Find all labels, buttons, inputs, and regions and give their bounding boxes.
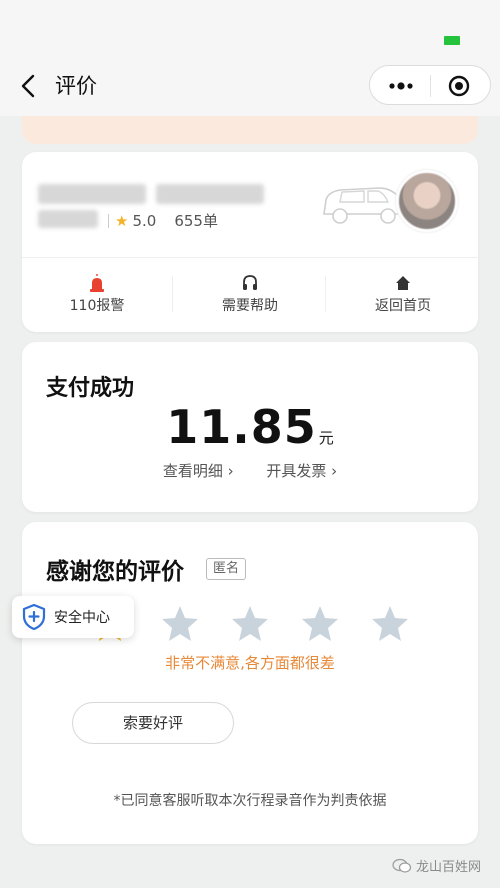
battery-icon (444, 36, 460, 45)
siren-icon (90, 274, 104, 292)
recording-agreement-note: *已同意客服听取本次行程录音作为判责依据 (113, 793, 387, 809)
status-bar (0, 0, 500, 56)
payment-status-title: 支付成功 (46, 376, 135, 401)
rating-description: 非常不满意,各方面都很差 (165, 654, 335, 672)
safety-center-button[interactable]: 安全中心 (12, 596, 134, 638)
car-model-blurred (38, 210, 98, 228)
currency-unit: 元 (318, 429, 334, 447)
driver-card: ★ 5.0 655单 110报警 需要帮助 返回首页 (22, 152, 478, 332)
star-icon: ★ (115, 211, 129, 230)
back-arrow-icon[interactable] (18, 72, 40, 100)
rating-value: 5.0 (132, 211, 157, 230)
star-3-icon[interactable] (230, 604, 270, 644)
driver-rating: ★ 5.0 655单 (108, 210, 218, 231)
star-5-icon[interactable] (370, 604, 410, 644)
back-home-label: 返回首页 (375, 298, 431, 314)
star-2-icon[interactable] (160, 604, 200, 644)
issue-invoice-link[interactable]: 开具发票 › (266, 462, 337, 480)
close-miniprogram-icon[interactable] (448, 75, 470, 97)
payment-amount: 11.85 (166, 400, 317, 454)
nav-bar: 评价 (0, 56, 500, 116)
payment-card: 支付成功 11.85 元 查看明细 › 开具发票 › (22, 342, 478, 512)
plate-number-blurred (156, 184, 264, 204)
page-title: 评价 (55, 74, 97, 98)
view-details-link[interactable]: 查看明细 › (163, 462, 234, 480)
request-good-review-button[interactable]: 索要好评 (72, 702, 234, 744)
capsule-divider (430, 75, 431, 97)
more-icon[interactable] (386, 77, 416, 95)
rating-title: 感谢您的评价 (46, 559, 184, 585)
star-rating (90, 604, 430, 644)
payment-links: 查看明细 › 开具发票 › (22, 460, 478, 481)
banner-remnant (22, 116, 478, 144)
need-help-label: 需要帮助 (222, 298, 278, 314)
driver-avatar (396, 170, 458, 232)
card-divider (22, 257, 478, 258)
payment-amount-row: 11.85 元 (22, 400, 478, 454)
home-icon (396, 276, 410, 290)
headset-icon (243, 275, 257, 290)
watermark: 龙山百姓网 (392, 856, 481, 875)
shield-icon (22, 604, 46, 630)
rating-card: 感谢您的评价 匿名 非常不满意,各方面都很差 索要好评 *已同意客服听取本次行程… (22, 522, 478, 844)
back-home-button[interactable]: 返回首页 (328, 274, 478, 318)
safety-center-label: 安全中心 (54, 610, 110, 626)
wechat-logo-icon (392, 858, 412, 873)
anonymous-badge[interactable]: 匿名 (206, 558, 247, 580)
need-help-button[interactable]: 需要帮助 (175, 274, 325, 318)
star-4-icon[interactable] (300, 604, 340, 644)
driver-name-blurred (38, 184, 146, 204)
miniprogram-capsule (369, 65, 491, 105)
order-count: 655单 (174, 212, 218, 230)
watermark-text: 龙山百姓网 (416, 860, 482, 875)
police-110-label: 110报警 (69, 298, 125, 314)
police-110-button[interactable]: 110报警 (22, 274, 172, 318)
